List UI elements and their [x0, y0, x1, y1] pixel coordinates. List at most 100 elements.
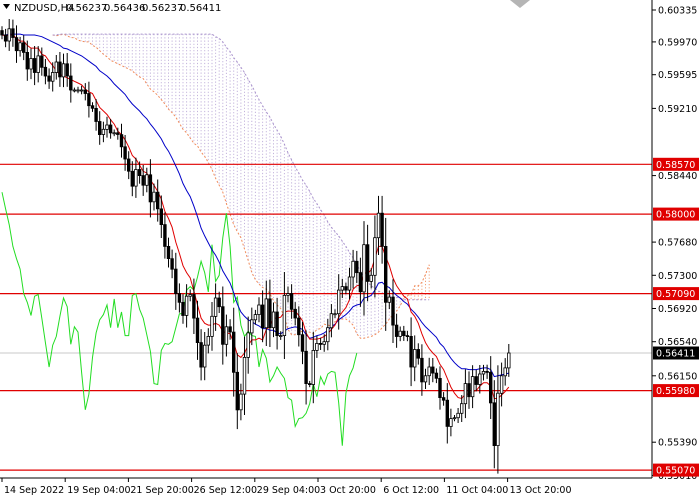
candle-body — [25, 52, 29, 70]
price-chart[interactable]: 0.60335 0.59970 0.59595 0.59210 0.58440 0.576… — [0, 0, 700, 500]
candle-body — [206, 335, 210, 346]
price-tick-label: 0.59970 — [658, 37, 697, 48]
candle-body — [452, 417, 457, 420]
candle-body — [362, 244, 366, 293]
candle-bear — [43, 59, 48, 85]
candle-body — [174, 268, 178, 295]
level-tag-label: 0.58000 — [656, 210, 695, 221]
candle-bull — [246, 316, 250, 374]
candle-bull — [210, 302, 214, 351]
candle-body — [351, 260, 355, 278]
candle-body — [228, 326, 232, 333]
candle-body — [405, 335, 410, 338]
symbol-dropdown-icon[interactable] — [3, 4, 10, 9]
candle-body — [289, 293, 294, 310]
candle-body — [141, 175, 145, 186]
candle-body — [83, 89, 87, 94]
candle-body — [257, 304, 261, 316]
candle-body — [420, 357, 424, 383]
candle-bear — [492, 380, 496, 469]
price-tick-label: 0.58440 — [658, 171, 697, 182]
candle-bull — [496, 365, 500, 474]
candle-body — [221, 306, 225, 345]
candle-bear — [365, 224, 370, 302]
candle-bear — [65, 53, 69, 87]
candle-body — [123, 146, 127, 160]
candle-body — [76, 89, 80, 92]
candle-body — [65, 63, 69, 77]
candle-bear — [434, 368, 439, 384]
candle-bear — [307, 380, 312, 388]
candle-body — [79, 89, 84, 92]
candle-bull — [105, 116, 109, 138]
candle-body — [503, 367, 507, 377]
candle-bear — [32, 46, 37, 86]
candle-bear — [293, 302, 297, 326]
candle-body — [333, 313, 337, 316]
candle-bear — [177, 283, 182, 313]
candle-bull — [271, 302, 276, 338]
candle-bull — [206, 328, 210, 354]
candle-body — [470, 376, 475, 398]
candle-body — [507, 352, 511, 369]
candle-bull — [412, 335, 417, 382]
candle-body — [369, 274, 373, 282]
candle-bear — [318, 337, 323, 350]
candle-body — [474, 376, 478, 385]
candle-body — [293, 308, 297, 319]
price-tick-label: 0.56150 — [658, 371, 697, 382]
candle-body — [105, 124, 109, 130]
candle-body — [235, 371, 239, 411]
candle-body — [7, 28, 11, 42]
candle-bull — [452, 415, 457, 422]
candle-body — [322, 341, 326, 345]
candle-bull — [224, 314, 229, 357]
candle-bear — [235, 353, 239, 430]
candle-bull — [112, 129, 116, 137]
candle-bear — [488, 356, 493, 419]
candle-bear — [90, 102, 95, 112]
candle-body — [271, 311, 276, 329]
candle-body — [445, 399, 449, 427]
candle-bear — [344, 282, 348, 295]
candle-body — [11, 28, 15, 38]
candle-body — [210, 315, 214, 337]
candle-body — [217, 297, 221, 308]
candle-body — [181, 301, 185, 316]
candle-bear — [304, 330, 308, 405]
candle-bear — [231, 307, 236, 397]
candle-body — [441, 397, 446, 401]
candle-body — [250, 319, 254, 334]
candle-bull — [257, 297, 261, 323]
candle-body — [398, 330, 402, 337]
scroll-marker-icon[interactable] — [510, 0, 530, 8]
candle-body — [434, 372, 439, 379]
candle-body — [467, 383, 471, 398]
candle-bear — [181, 294, 185, 324]
candle-bear — [11, 19, 15, 47]
price-tick-label: 0.56920 — [658, 304, 697, 315]
candle-body — [449, 418, 453, 427]
candle-bear — [123, 135, 127, 171]
candle-body — [478, 373, 482, 385]
candle-bear — [21, 35, 26, 61]
candle-bear — [438, 366, 442, 410]
candle-bear — [94, 99, 98, 131]
candle-body — [358, 272, 363, 293]
candle-body — [145, 174, 149, 186]
candle-body — [213, 297, 218, 317]
candle-bear — [87, 81, 91, 118]
candle-body — [112, 132, 116, 135]
candle-body — [134, 169, 138, 187]
candle-body — [391, 296, 395, 326]
candle-body — [246, 332, 250, 358]
candle-bull — [362, 221, 366, 316]
candle-bull — [61, 53, 66, 88]
candle-body — [336, 289, 341, 315]
price-tick-label: 0.57680 — [658, 238, 697, 249]
candle-body — [51, 72, 55, 82]
candle-bull — [282, 272, 287, 359]
candle-bull — [398, 326, 402, 342]
candle-body — [307, 383, 312, 386]
candle-body — [326, 327, 330, 343]
